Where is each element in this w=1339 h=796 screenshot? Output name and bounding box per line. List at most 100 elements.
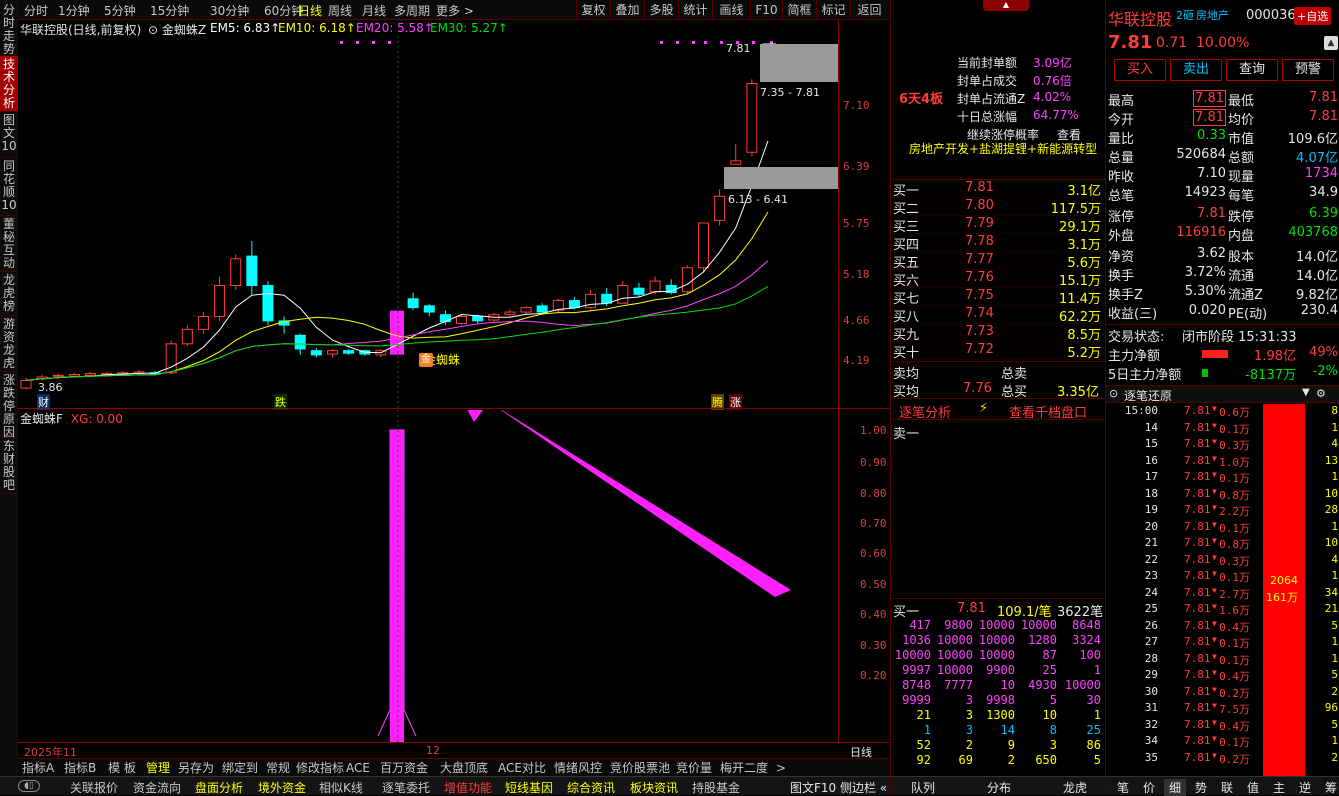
sidebar-tab[interactable]: 分时走势 — [0, 2, 18, 56]
statusbar-item[interactable]: 盘面分析 — [195, 779, 243, 796]
statusbar-item[interactable]: 增值功能 — [444, 779, 492, 796]
toolbar-button[interactable]: 标记 — [816, 0, 850, 20]
tab-tick-analysis[interactable]: 逐笔分析 — [899, 402, 951, 421]
collapse-button[interactable]: ▲ — [983, 0, 1029, 11]
add-watchlist-button[interactable]: +自选 — [1294, 7, 1332, 25]
toolbar-button[interactable]: 返回 — [850, 0, 888, 20]
bid-row[interactable]: 买一 7.81 3.1亿 — [891, 180, 1105, 199]
ticks-settings-icon[interactable]: ⚙ — [1316, 387, 1326, 400]
statusbar-item[interactable]: 综合资讯 — [567, 779, 615, 796]
period-6[interactable]: 日线 — [298, 2, 322, 19]
toolbar-button[interactable]: F10 — [750, 0, 782, 20]
sidebar-tab[interactable]: 同花顺10 — [0, 158, 18, 216]
action-button[interactable]: 预警 — [1282, 59, 1334, 81]
sidebar-tab[interactable]: 东财股吧 — [0, 438, 18, 494]
indicator-tab[interactable]: 竞价量 — [676, 760, 712, 776]
toolbar-button[interactable]: 简框 — [782, 0, 816, 20]
detail-tab[interactable]: 笔 — [1112, 779, 1134, 796]
panel-tab[interactable]: 队列 — [911, 779, 935, 796]
stock-sector[interactable]: 房地产 — [1196, 7, 1229, 23]
bid-row[interactable]: 买十 7.72 5.2万 — [891, 342, 1105, 361]
statusbar-item[interactable]: 逐笔委托 — [382, 779, 430, 796]
indicator-tab[interactable]: 情绪风控 — [554, 760, 602, 776]
detail-tab[interactable]: 逆 — [1294, 779, 1316, 796]
statusbar-item[interactable]: 境外资金 — [258, 779, 306, 796]
bid-row[interactable]: 买二 7.80 117.5万 — [891, 198, 1105, 217]
statusbar-item[interactable]: 相似K线 — [319, 779, 363, 796]
tick-time: 27 — [1144, 635, 1158, 648]
toolbar-button[interactable]: 画线 — [712, 0, 750, 20]
sidebar-tab[interactable]: 涨跌停原因 — [0, 372, 18, 439]
period-3[interactable]: 15分钟 — [150, 2, 189, 19]
statusbar-item[interactable]: 持股基金 — [692, 779, 740, 796]
period-0[interactable]: 分时 — [24, 2, 48, 19]
statusbar-item[interactable]: 关联报价 — [70, 779, 118, 796]
indicator-tab[interactable]: 指标A — [22, 760, 54, 776]
indicator-tab[interactable]: 常规 — [266, 760, 290, 776]
indicator-tab[interactable]: 模 板 — [108, 760, 136, 776]
tab-depth-book[interactable]: 查看千档盘口 — [1009, 402, 1087, 421]
ticks-menu-icon[interactable]: ▼ — [1302, 387, 1310, 398]
period-7[interactable]: 周线 — [328, 2, 352, 19]
queue-cell: 9998 — [986, 693, 1015, 707]
detail-tab[interactable]: 价 — [1138, 779, 1160, 796]
period-9[interactable]: 多周期 — [394, 2, 430, 19]
period-4[interactable]: 30分钟 — [210, 2, 249, 19]
indicator-tab[interactable]: 梅开二度 — [720, 760, 768, 776]
toolbar-button[interactable]: 统计 — [678, 0, 712, 20]
indicator-tab[interactable]: 管理 — [146, 760, 170, 776]
bid-row[interactable]: 买四 7.78 3.1万 — [891, 234, 1105, 253]
bid-row[interactable]: 买五 7.77 5.6万 — [891, 252, 1105, 271]
detail-tab[interactable]: 值 — [1242, 779, 1264, 796]
sidebar-tab[interactable]: 董秘互动 — [0, 216, 18, 272]
statusbar-item[interactable]: 短线基因 — [505, 779, 553, 796]
period-8[interactable]: 月线 — [362, 2, 386, 19]
toolbar-button[interactable]: 多股 — [644, 0, 678, 20]
bid-row[interactable]: 买七 7.75 11.4万 — [891, 288, 1105, 307]
period-1[interactable]: 1分钟 — [58, 2, 90, 19]
detail-tab[interactable]: 筹 — [1320, 779, 1339, 796]
candle-body — [197, 315, 209, 330]
sidebar-tab[interactable]: 游资龙虎 — [0, 316, 18, 372]
sidebar-tab[interactable]: 图文10 — [0, 112, 18, 158]
detail-tab[interactable]: 主 — [1268, 779, 1290, 796]
bid-row[interactable]: 买九 7.73 8.5万 — [891, 324, 1105, 343]
action-button[interactable]: 查询 — [1226, 59, 1278, 81]
indicator-tab[interactable]: ACE — [346, 760, 370, 776]
status-toggle-icon[interactable]: ◖▯ — [18, 780, 40, 792]
indicator-tab[interactable]: 另存为 — [178, 760, 214, 776]
toolbar-button[interactable]: 复权 — [576, 0, 610, 20]
detail-tab[interactable]: 联 — [1216, 779, 1238, 796]
bid-row[interactable]: 买八 7.74 62.2万 — [891, 306, 1105, 325]
statusbar-item[interactable]: 图文F10 侧边栏 « — [790, 779, 887, 796]
indicator-tab[interactable]: 百万资金 — [380, 760, 428, 776]
panel-tab[interactable]: 龙虎 — [1063, 779, 1087, 796]
sidebar-tab[interactable]: 龙虎榜 — [0, 272, 18, 316]
period-10[interactable]: 更多 > — [436, 2, 474, 19]
panel-scroll-button[interactable]: ▲ — [1324, 36, 1338, 50]
queue-cell: 25 — [1042, 663, 1057, 677]
indicator-tab[interactable]: 绑定到 — [222, 760, 258, 776]
detail-tab[interactable]: 细 — [1164, 779, 1186, 796]
bid-row[interactable]: 买六 7.76 15.1万 — [891, 270, 1105, 289]
sub-indicator-chart[interactable] — [18, 410, 838, 742]
ticks-collapse-icon[interactable]: ⊙ — [1109, 387, 1118, 400]
indicator-tab[interactable]: 大盘顶底 — [440, 760, 488, 776]
panel-tab[interactable]: 分布 — [987, 779, 1011, 796]
indicator-tab[interactable]: 修改指标 — [296, 760, 344, 776]
statusbar-item[interactable]: 板块资讯 — [630, 779, 678, 796]
action-button[interactable]: 买入 — [1114, 59, 1166, 81]
total-sell-label: 总卖 — [1001, 367, 1028, 382]
statusbar-item[interactable]: 资金流向 — [133, 779, 181, 796]
toolbar-button[interactable]: 叠加 — [610, 0, 644, 20]
indicator-tab[interactable]: 指标B — [64, 760, 96, 776]
action-button[interactable]: 卖出 — [1170, 59, 1222, 81]
bid-row[interactable]: 买三 7.79 29.1万 — [891, 216, 1105, 235]
indicator-tab[interactable]: > — [776, 760, 786, 776]
tick-arrow: ▼ — [1212, 635, 1217, 644]
indicator-tab[interactable]: 竞价股票池 — [610, 760, 670, 776]
period-2[interactable]: 5分钟 — [104, 2, 136, 19]
sidebar-tab[interactable]: 技术分析 — [0, 56, 18, 112]
detail-tab[interactable]: 势 — [1190, 779, 1212, 796]
indicator-tab[interactable]: ACE对比 — [498, 760, 546, 776]
